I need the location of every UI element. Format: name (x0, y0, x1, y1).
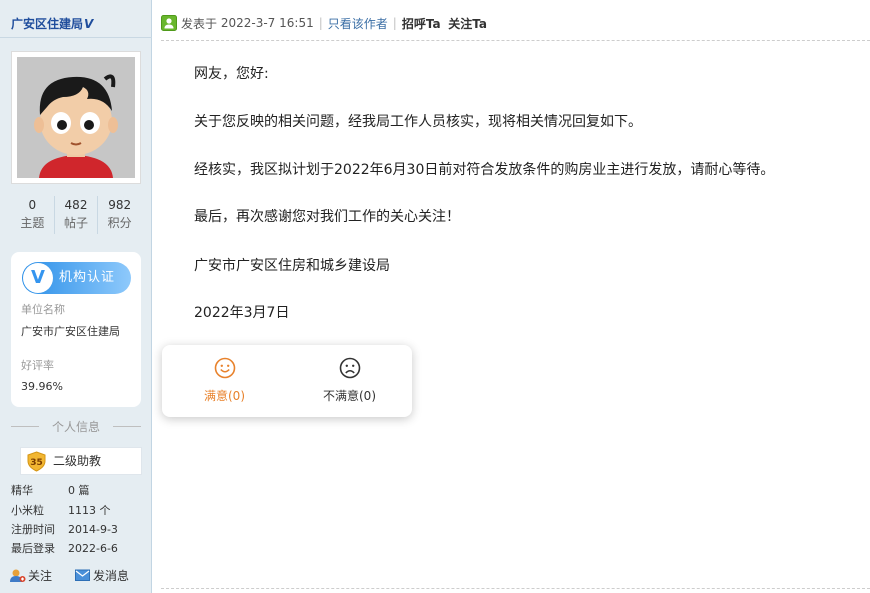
avatar[interactable] (11, 51, 141, 184)
org-verified-badge: V 机构认证 (22, 262, 131, 294)
divider (161, 588, 870, 589)
avatar-image (17, 57, 135, 178)
level-shield-icon: 35 (27, 451, 46, 472)
satisfied-button[interactable]: 满意(0) (162, 345, 287, 417)
personal-info-title: 个人信息 (11, 418, 141, 435)
info-key: 最后登录 (11, 542, 55, 555)
info-key: 注册时间 (11, 523, 55, 536)
user-level[interactable]: 35 二级助教 (20, 447, 142, 475)
info-row-rice: 小米粒 1113 个 (11, 503, 111, 519)
follow-button[interactable]: 关注 (10, 567, 52, 584)
level-name: 二级助教 (53, 454, 102, 468)
divider (0, 37, 152, 38)
rating-rate-label: 好评率 (21, 359, 54, 372)
add-friend-icon (10, 569, 26, 582)
posted-time: 2022-3-7 16:51 (220, 16, 314, 30)
info-key: 精华 (11, 484, 33, 497)
post-meta: 发表于 2022-3-7 16:51 | 只看该作者 | 招呼Ta 关注Ta (161, 14, 487, 32)
info-value: 0 篇 (68, 484, 90, 497)
author-name-text[interactable]: 广安区住建局 (11, 17, 83, 31)
stat-points[interactable]: 982 积分 (98, 196, 141, 234)
author-stats: 0 主题 482 帖子 982 积分 (11, 196, 141, 234)
stat-value: 482 (64, 198, 88, 212)
org-verified-text: 机构认证 (59, 270, 116, 285)
send-message-button[interactable]: 发消息 (75, 567, 129, 584)
info-value: 1113 个 (68, 504, 111, 517)
level-number: 35 (30, 458, 43, 468)
stat-posts[interactable]: 482 帖子 (55, 196, 99, 234)
stat-topics[interactable]: 0 主题 (11, 196, 55, 234)
info-row-last-login: 最后登录 2022-6-6 (11, 541, 118, 557)
smile-face-icon (214, 357, 235, 379)
cartoon-avatar-icon (17, 57, 135, 178)
rating-rate-value: 39.96% (21, 380, 63, 393)
separator: | (392, 16, 397, 30)
info-value: 2022-6-6 (68, 542, 118, 555)
info-row-essence: 精华 0 篇 (11, 483, 90, 499)
satisfaction-rating-box: 满意(0) 不满意(0) (162, 345, 412, 417)
post-paragraph: 最后，再次感谢您对我们工作的关心关注！ (194, 209, 460, 225)
greet-link[interactable]: 招呼Ta (402, 15, 441, 32)
online-user-icon (161, 15, 177, 31)
post-paragraph: 网友，您好: (194, 66, 269, 82)
only-author-link[interactable]: 只看该作者 (328, 15, 388, 32)
stat-label: 主题 (20, 216, 45, 230)
info-key: 小米粒 (11, 504, 44, 517)
send-message-label: 发消息 (93, 569, 130, 583)
org-verification-card: V 机构认证 单位名称 广安市广安区住建局 好评率 39.96% (11, 252, 141, 407)
satisfied-label: 满意(0) (204, 389, 245, 403)
unit-name-label: 单位名称 (21, 303, 65, 316)
post-paragraph: 2022年3月7日 (194, 305, 290, 321)
stat-value: 0 (28, 198, 37, 212)
author-name[interactable]: 广安区住建局V (11, 15, 93, 32)
follow-label: 关注 (28, 569, 53, 583)
separator: | (318, 16, 323, 30)
unit-name-value: 广安市广安区住建局 (21, 325, 120, 338)
verified-v-icon: V (84, 17, 94, 31)
stat-label: 积分 (107, 216, 132, 230)
mail-icon (75, 569, 90, 581)
stat-value: 982 (108, 198, 132, 212)
author-sidebar: 广安区住建局V 0 主题 482 帖子 982 积分 V 机构认证 单位名称 广… (0, 0, 152, 593)
post-paragraph: 关于您反映的相关问题，经我局工作人员核实，现将相关情况回复如下。 (194, 114, 642, 130)
verified-v-circle-icon: V (23, 263, 53, 293)
unsatisfied-label: 不满意(0) (323, 389, 376, 403)
stat-label: 帖子 (64, 216, 89, 230)
follow-author-link[interactable]: 关注Ta (448, 15, 487, 32)
post-paragraph: 经核实，我区拟计划于2022年6月30日前对符合发放条件的购房业主进行发放，请耐… (194, 162, 775, 178)
divider (161, 40, 870, 41)
info-row-registered: 注册时间 2014-9-3 (11, 522, 118, 538)
posted-prefix: 发表于 (181, 16, 218, 31)
post-paragraph: 广安市广安区住房和城乡建设局 (194, 258, 390, 274)
unsatisfied-button[interactable]: 不满意(0) (287, 345, 412, 417)
sad-face-icon (339, 357, 360, 379)
info-value: 2014-9-3 (68, 523, 118, 536)
